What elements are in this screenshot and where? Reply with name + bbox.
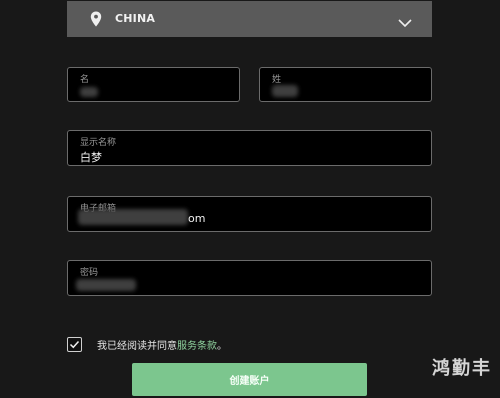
last-name-label: 姓 (272, 75, 282, 85)
country-select[interactable]: CHINA (67, 1, 432, 37)
location-pin-icon (89, 11, 103, 27)
chevron-down-icon (398, 13, 412, 28)
display-name-value: 白梦 (80, 151, 102, 164)
email-value: om (188, 212, 206, 225)
redacted-value (78, 209, 188, 225)
display-name-label: 显示名称 (80, 138, 117, 148)
terms-link[interactable]: 服务条款 (177, 337, 217, 352)
create-account-button[interactable]: 创建账户 (132, 363, 367, 396)
redacted-value (76, 279, 136, 291)
redacted-value (272, 85, 298, 97)
watermark: 鸿勤丰 (432, 358, 492, 379)
last-name-field[interactable]: 姓 (259, 67, 432, 102)
first-name-label: 名 (80, 75, 90, 85)
redacted-value (80, 87, 98, 97)
password-label: 密码 (80, 268, 99, 278)
display-name-field[interactable]: 显示名称 白梦 (67, 130, 432, 166)
terms-checkbox[interactable] (67, 336, 82, 352)
email-field[interactable]: 电子邮箱 om (67, 196, 432, 232)
terms-suffix: 。 (217, 340, 227, 352)
first-name-field[interactable]: 名 (67, 67, 240, 102)
country-value: CHINA (115, 12, 156, 25)
password-field[interactable]: 密码 (67, 260, 432, 296)
terms-text: 我已经阅读并同意 (97, 340, 177, 352)
terms-agreement: 我已经阅读并同意 服务条款 。 (67, 336, 227, 352)
